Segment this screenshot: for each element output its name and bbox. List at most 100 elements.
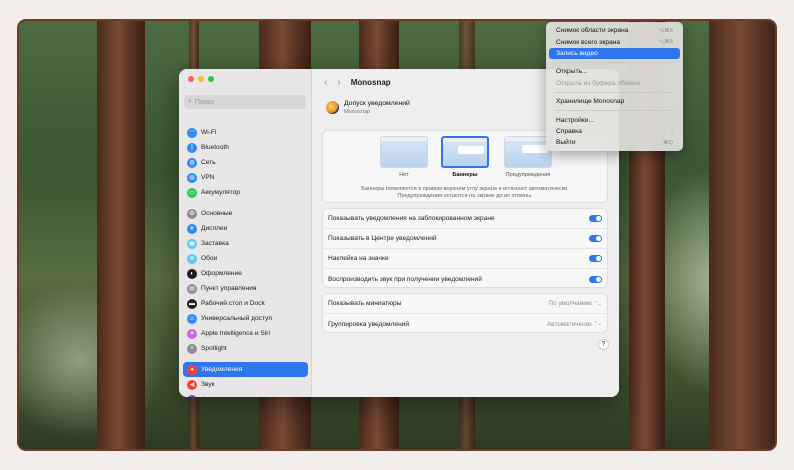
menu-item-label: Справка xyxy=(556,127,582,135)
sidebar-item-label: Пункт управления xyxy=(201,285,257,292)
select-value: По умолчанию xyxy=(548,300,592,307)
preview-menubar xyxy=(443,138,487,142)
chevron-updown-icon: ⌃⌄ xyxy=(593,300,602,307)
monosnap-menu: Снимок области экрана ⌥⌘5 Снимок всего экр… xyxy=(546,22,683,151)
app-header: Допуск уведомлений Monosnap xyxy=(326,100,410,115)
toggle-label: Наклейка на значке xyxy=(328,255,389,262)
sidebar-item[interactable]: ᛒ Bluetooth xyxy=(183,140,308,155)
help-button[interactable]: ? xyxy=(598,339,609,350)
sound-icon: ◀ xyxy=(187,379,197,390)
dock-icon: ▬ xyxy=(187,298,197,309)
alert-style-option[interactable]: Предупреждения xyxy=(504,136,552,178)
sidebar-item[interactable]: ◠ Wi-Fi xyxy=(183,125,308,140)
alert-style-label: Предупреждения xyxy=(505,172,551,178)
forward-button[interactable]: › xyxy=(337,77,340,88)
sidebar-item-label: VPN xyxy=(201,174,215,181)
select-card: Показывать миниатюры По умолчанию ⌃⌄ Группи… xyxy=(322,293,608,333)
battery-icon: ▭ xyxy=(187,187,197,198)
toggle-label: Воспроизводить звук при получении уведом… xyxy=(328,275,482,283)
alert-style-option[interactable]: Нет xyxy=(380,136,428,178)
menu-item-label: Запись видео xyxy=(556,49,598,57)
toggle-switch[interactable] xyxy=(589,275,602,283)
menu-separator xyxy=(555,110,674,112)
toggle-switch[interactable] xyxy=(589,215,602,222)
menu-item-label: Открыть из буфера обмена xyxy=(556,79,641,87)
toggle-label: Показывать уведомления на заблокированно… xyxy=(328,215,495,222)
toggle-row: Наклейка на значке xyxy=(323,249,607,269)
sidebar-item-label: Рабочий стол и Dock xyxy=(201,300,265,307)
back-button[interactable]: ‹ xyxy=(324,77,327,88)
menu-item[interactable]: Снимок области экрана ⌥⌘5 xyxy=(549,25,680,36)
spotlight-icon: ⌕ xyxy=(187,343,197,354)
sidebar-item[interactable]: ▭ Аккумулятор xyxy=(183,185,308,200)
alert-style-label: Баннеры xyxy=(452,172,478,178)
sidebar-item[interactable]: ✦ Apple Intelligence и Siri xyxy=(183,326,308,341)
preview-banner xyxy=(458,146,484,154)
sidebar-item[interactable]: ⌕ Spotlight xyxy=(183,341,308,356)
sidebar-item[interactable]: ◐ Оформление xyxy=(183,266,308,281)
appearance-icon: ◐ xyxy=(187,268,197,279)
tree-trunk xyxy=(709,21,775,449)
select-row: Группировка уведомлений Автоматически ⌃⌄ xyxy=(323,314,607,334)
menu-item[interactable]: Справка › xyxy=(549,126,680,137)
select-label: Показывать миниатюры xyxy=(328,300,402,307)
menu-item[interactable]: Открыть... xyxy=(549,66,680,77)
toggle-switch[interactable] xyxy=(589,235,602,242)
menu-item[interactable]: Запись видео xyxy=(549,47,680,60)
sidebar-item[interactable]: ◍ Сеть xyxy=(183,155,308,170)
sidebar-item[interactable]: ● Уведомления xyxy=(183,362,308,377)
sidebar-item[interactable]: ▤ Пункт управления xyxy=(183,281,308,296)
menu-item[interactable]: Выйти ⌘Q xyxy=(549,137,680,148)
description-line: Баннеры появляются в правом верхнем углу… xyxy=(361,186,569,192)
sidebar-item[interactable]: ▣ Заставка xyxy=(183,236,308,251)
menu-item-label: Выйти xyxy=(556,139,576,147)
close-button[interactable] xyxy=(188,76,194,82)
menu-item-shortcut: ⌥⌘5 xyxy=(657,27,673,34)
wallpaper-icon: ✲ xyxy=(187,253,197,264)
sidebar-item-label: Обои xyxy=(201,255,218,262)
menu-item[interactable]: Снимок всего экрана ⌥⌘6 xyxy=(549,36,680,47)
accessibility-icon: ☺ xyxy=(187,313,197,324)
menu-item-shortcut: › xyxy=(671,128,673,135)
sidebar-item[interactable]: ✲ Обои xyxy=(183,251,308,266)
toggle-switch[interactable] xyxy=(589,255,602,262)
alert-style-label: Нет xyxy=(399,172,409,178)
sidebar-item[interactable]: ▬ Рабочий стол и Dock xyxy=(183,296,308,311)
menu-item-label: Снимок всего экрана xyxy=(556,38,621,46)
screensaver-icon: ▣ xyxy=(187,238,197,249)
sidebar-item[interactable]: ☾ Фокусирование xyxy=(183,392,308,397)
desktop-wallpaper: ⌕ Поиск ◠ Wi-Fi ᛒ Bluetooth ◍ Сеть ◍ VPN ▭ Аккуму… xyxy=(19,21,775,449)
sidebar-item[interactable]: ◍ VPN xyxy=(183,170,308,185)
alert-style-option[interactable]: Баннеры xyxy=(441,136,489,178)
gear-icon: ⚙ xyxy=(187,208,197,219)
menu-item-shortcut: ⌥⌘6 xyxy=(657,39,673,46)
chevron-updown-icon: ⌃⌄ xyxy=(593,321,602,327)
zoom-button[interactable] xyxy=(208,76,214,82)
alert-style-description: Баннеры появляются в правом верхнем углу… xyxy=(323,186,607,200)
menu-item: Открыть из буфера обмена xyxy=(549,78,680,89)
sidebar-item-label: Wi-Fi xyxy=(201,129,217,136)
sidebar-item[interactable]: ⚙ Основные xyxy=(183,206,308,221)
menu-separator xyxy=(555,91,674,93)
monosnap-app-icon xyxy=(326,101,339,114)
select-row: Показывать миниатюры По умолчанию ⌃⌄ xyxy=(323,294,607,314)
control-center-icon: ▤ xyxy=(187,283,197,294)
wifi-icon: ◠ xyxy=(187,127,197,138)
globe-icon: ◍ xyxy=(187,157,197,168)
sidebar-item-label: Сеть xyxy=(201,159,216,166)
sidebar-item-label: Фокусирование xyxy=(201,396,248,397)
toggle-card: Показывать уведомления на заблокированно… xyxy=(322,208,608,288)
minimize-button[interactable] xyxy=(198,76,204,82)
sidebar-item[interactable]: ◀ Звук xyxy=(183,377,308,392)
sidebar-item-label: Аккумулятор xyxy=(201,189,240,196)
menu-item[interactable]: Хранилище Monosnap xyxy=(549,96,680,107)
focus-icon: ☾ xyxy=(187,394,197,397)
app-name: Monosnap xyxy=(344,109,371,115)
select-popup[interactable]: Автоматически ⌃⌄ xyxy=(547,321,602,328)
sidebar-item[interactable]: ☺ Универсальный доступ xyxy=(183,311,308,326)
toggle-row: Показывать уведомления на заблокированно… xyxy=(323,209,607,229)
select-popup[interactable]: По умолчанию ⌃⌄ xyxy=(548,300,602,307)
sidebar-item[interactable]: ☀ Дисплеи xyxy=(183,221,308,236)
search-input[interactable]: ⌕ Поиск xyxy=(184,95,306,109)
menu-item[interactable]: Настройки... xyxy=(549,114,680,125)
